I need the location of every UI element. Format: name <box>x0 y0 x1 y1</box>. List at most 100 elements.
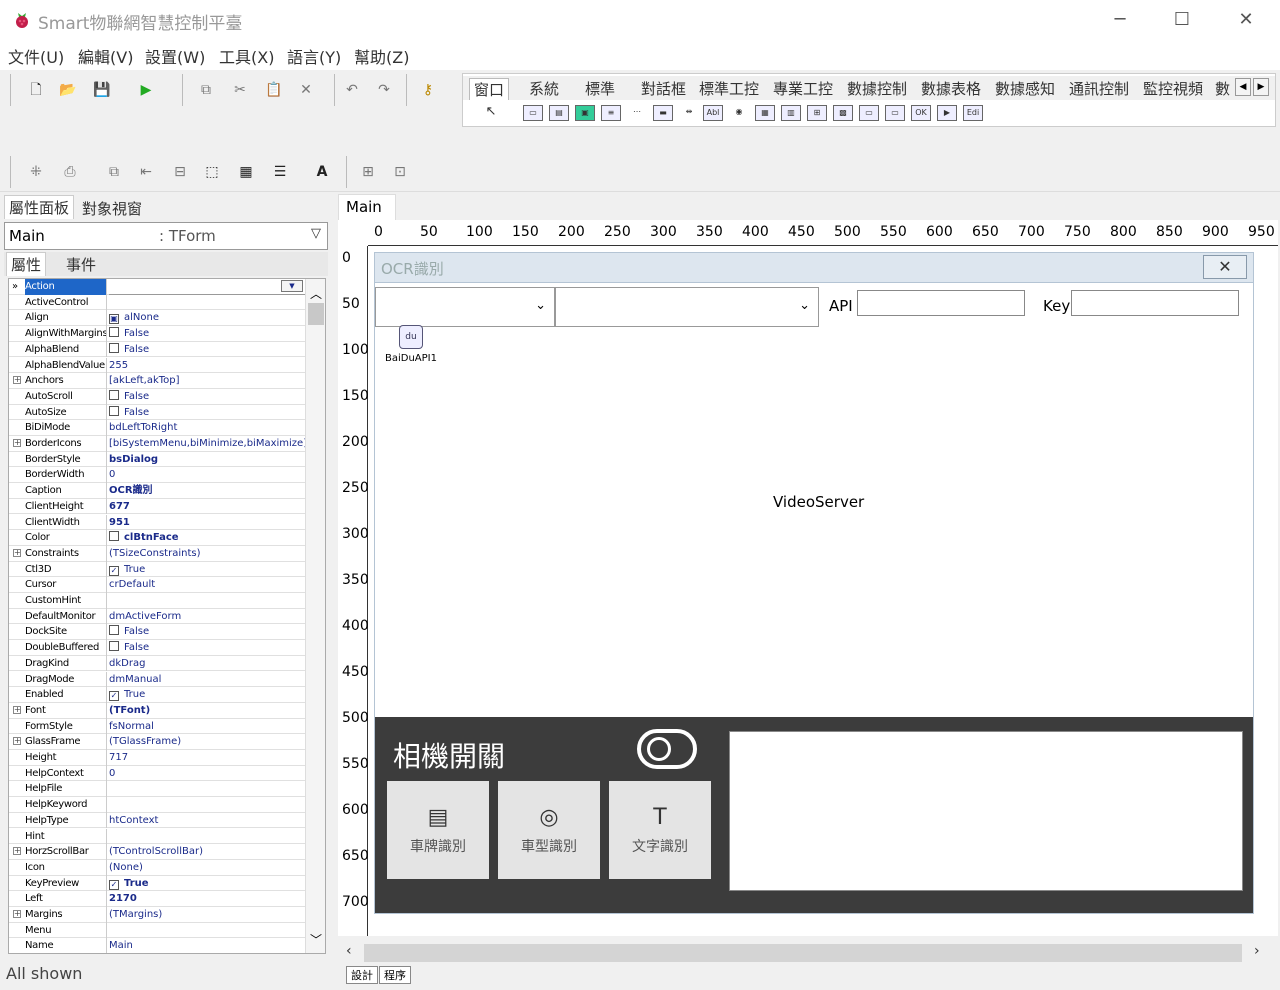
expand-icon[interactable]: + <box>13 548 21 557</box>
palette-tab-window[interactable]: 窗口 <box>469 78 510 100</box>
property-value[interactable]: crDefault <box>109 577 305 593</box>
property-value[interactable]: ✓ True <box>109 687 305 703</box>
api-input[interactable] <box>857 290 1025 316</box>
same-size-icon[interactable]: ⊞ <box>357 161 379 183</box>
property-value[interactable]: (None) <box>109 860 305 876</box>
component-image-icon[interactable]: ▣ <box>575 105 595 121</box>
property-value[interactable] <box>109 593 305 609</box>
palette-tab-more[interactable]: 數 <box>1211 78 1234 100</box>
property-value[interactable]: (TControlScrollBar) <box>109 844 305 860</box>
component-bitbtn-icon[interactable]: OK <box>911 105 931 121</box>
delete-icon[interactable]: ✕ <box>295 79 317 101</box>
property-value[interactable]: ✓ True <box>109 562 305 578</box>
property-value[interactable] <box>109 797 305 813</box>
property-row[interactable]: Left 2170 <box>9 891 305 907</box>
align-grid-icon[interactable]: ⁜ <box>25 161 47 183</box>
ocr-form[interactable]: OCR識別 ✕ ⌄ ⌄ API Key du BaiDuAPI1 VideoSe… <box>374 252 1254 914</box>
component-separator-icon[interactable]: ⋯ <box>627 105 647 121</box>
save-icon[interactable]: 💾 <box>91 79 113 101</box>
key-input[interactable] <box>1071 290 1239 316</box>
property-value[interactable]: fsNormal <box>109 719 305 735</box>
design-canvas[interactable]: 0 50 100 150 200 250 300 350 400 450 500 550 600 650 7… <box>338 220 1278 936</box>
property-value[interactable]: bsDialog <box>109 452 305 468</box>
checkbox-icon[interactable] <box>109 342 119 353</box>
palette-tab-standard[interactable]: 標準 <box>581 78 619 100</box>
property-value[interactable]: 255 <box>109 358 305 374</box>
menu-edit[interactable]: 編輯(V) <box>78 44 133 68</box>
undo-icon[interactable]: ↶ <box>341 79 363 101</box>
property-row[interactable]: + Constraints (TSizeConstraints) <box>9 545 305 562</box>
property-row[interactable]: KeyPreview ✓ True <box>9 875 305 892</box>
property-row[interactable]: BorderWidth 0 <box>9 467 305 484</box>
scroll-up-icon[interactable]: ︿ <box>310 285 322 302</box>
palette-tab-standard-control[interactable]: 標準工控 <box>695 78 763 100</box>
property-row[interactable]: Enabled ✓ True <box>9 687 305 703</box>
component-tree-icon[interactable]: ⊞ <box>807 105 827 121</box>
property-row[interactable]: + Font (TFont) <box>9 702 305 719</box>
horizontal-scroll-thumb[interactable] <box>364 944 1242 962</box>
property-value[interactable]: [biSystemMenu,biMinimize,biMaximize] <box>109 436 305 452</box>
property-value[interactable]: Main <box>109 938 305 953</box>
property-value[interactable]: ▣ alNone <box>109 310 305 326</box>
property-value[interactable] <box>109 923 305 939</box>
property-row[interactable]: Color clBtnFace <box>9 530 305 546</box>
property-row[interactable]: ClientHeight 677 <box>9 498 305 515</box>
property-row[interactable]: Cursor crDefault <box>9 577 305 593</box>
scroll-down-icon[interactable]: ﹀ <box>310 931 322 948</box>
space-equal-icon[interactable]: ⊡ <box>389 161 411 183</box>
property-value[interactable]: dkDrag <box>109 656 305 672</box>
text-recognition-button[interactable]: T 文字識別 <box>609 781 711 879</box>
property-value[interactable] <box>109 829 305 845</box>
copy-icon[interactable]: ⧉ <box>195 79 217 101</box>
property-row[interactable]: AlphaBlendValue 255 <box>9 357 305 374</box>
property-row[interactable]: BiDiMode bdLeftToRight <box>9 420 305 436</box>
property-row[interactable]: Align ▣ alNone <box>9 310 305 327</box>
align-left-icon[interactable]: ⇤ <box>135 161 157 183</box>
property-value[interactable]: False <box>109 640 305 656</box>
property-row[interactable]: DefaultMonitor dmActiveForm <box>9 608 305 625</box>
property-value[interactable]: 2170 <box>109 891 305 907</box>
baidu-api-component[interactable]: du BaiDuAPI1 <box>381 325 441 369</box>
scroll-thumb[interactable] <box>308 303 324 325</box>
design-tab-main[interactable]: Main <box>338 194 396 220</box>
palette-tab-pro-control[interactable]: 專業工控 <box>769 78 837 100</box>
property-row[interactable]: BorderStyle bsDialog <box>9 451 305 468</box>
component-memo-icon[interactable]: ≡ <box>601 105 621 121</box>
scroll-left-icon[interactable]: ‹ <box>346 943 352 959</box>
property-row[interactable]: Ctl3D ✓ True <box>9 561 305 578</box>
property-row[interactable]: HelpFile <box>9 781 305 798</box>
property-row[interactable]: CustomHint <box>9 593 305 609</box>
expand-icon[interactable]: + <box>13 910 21 918</box>
form-close-icon[interactable]: ✕ <box>1203 255 1247 279</box>
property-value[interactable]: (TGlassFrame) <box>109 734 305 750</box>
property-row[interactable]: Icon (None) <box>9 859 305 876</box>
property-row[interactable]: ActiveControl <box>9 294 305 311</box>
property-row[interactable]: HelpContext 0 <box>9 765 305 782</box>
bring-front-icon[interactable]: ⧉ <box>103 161 125 183</box>
component-trackbar-icon[interactable]: ▭ <box>885 105 905 121</box>
property-value[interactable]: 951 <box>109 515 305 531</box>
menu-tools[interactable]: 工具(X) <box>219 44 274 68</box>
property-row[interactable]: Height 717 <box>9 750 305 766</box>
pointer-icon[interactable]: ↖ <box>481 105 501 121</box>
checkbox-icon[interactable] <box>109 405 119 416</box>
property-row[interactable]: + HorzScrollBar (TControlScrollBar) <box>9 844 305 860</box>
component-splitter-icon[interactable]: ⇹ <box>679 105 699 121</box>
property-row[interactable]: AutoScroll False <box>9 388 305 405</box>
expand-icon[interactable]: + <box>13 705 21 714</box>
cut-icon[interactable]: ✂ <box>229 79 251 101</box>
property-value[interactable]: clBtnFace <box>109 530 305 546</box>
expand-icon[interactable]: + <box>13 376 21 385</box>
property-row[interactable]: + Anchors [akLeft,akTop] <box>9 373 305 389</box>
property-row[interactable]: AlignWithMargins False <box>9 326 305 342</box>
component-radio-icon[interactable]: ◉ <box>729 105 749 121</box>
property-value[interactable]: False <box>109 624 305 640</box>
component-edit-box-icon[interactable]: ▬ <box>653 105 673 121</box>
checkbox-icon[interactable]: ✓ <box>109 691 119 702</box>
expand-icon[interactable]: + <box>13 737 21 746</box>
expand-icon[interactable]: + <box>13 439 21 447</box>
component-progress-icon[interactable]: ▭ <box>859 105 879 121</box>
run-icon[interactable]: ▶ <box>135 79 157 101</box>
property-value[interactable]: 0 <box>109 467 305 483</box>
component-listview-icon[interactable]: ▥ <box>781 105 801 121</box>
